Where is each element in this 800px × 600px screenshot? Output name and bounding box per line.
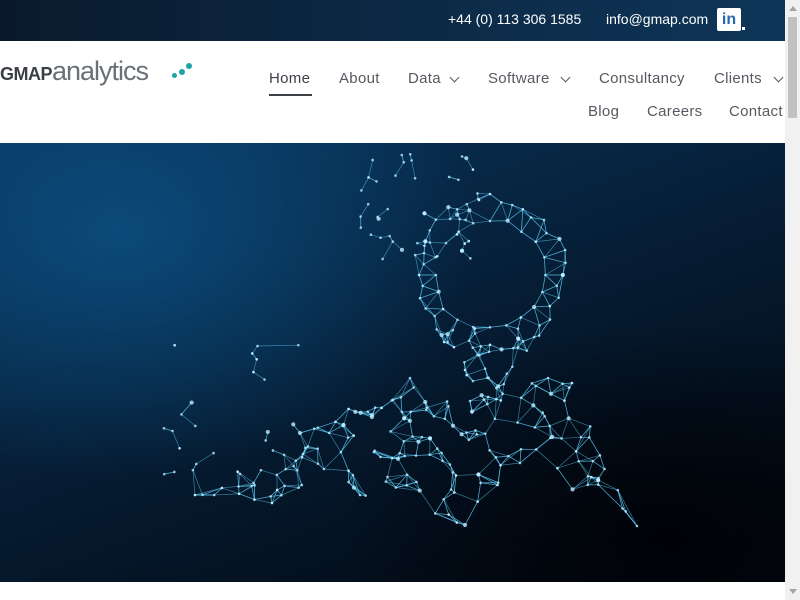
email-link[interactable]: info@gmap.com [606, 11, 708, 27]
phone-number[interactable]: +44 (0) 113 306 1585 [448, 11, 581, 27]
chevron-down-icon[interactable] [560, 72, 571, 83]
logo-text-gmap: GMAP [0, 64, 53, 84]
nav-data[interactable]: Data [408, 70, 441, 87]
scroll-up-arrow-icon[interactable] [789, 6, 797, 11]
top-contact-bar: +44 (0) 113 306 1585 info@gmap.com in [0, 0, 785, 41]
linkedin-icon[interactable]: in [717, 8, 741, 31]
nav-clients[interactable]: Clients [714, 70, 762, 87]
nav-home[interactable]: Home [269, 70, 310, 87]
nav-contact[interactable]: Contact [729, 103, 783, 120]
nav-consultancy[interactable]: Consultancy [599, 70, 685, 87]
chevron-down-icon[interactable] [449, 72, 460, 83]
site-header: GMAP analytics Home About Data Software … [0, 41, 785, 143]
nav-home-underline [269, 94, 312, 96]
nav-careers[interactable]: Careers [647, 103, 702, 120]
hero-banner [0, 143, 785, 582]
logo-text-analytics: analytics [52, 56, 149, 86]
linkedin-icon-dot [742, 27, 745, 30]
nav-about[interactable]: About [339, 70, 380, 87]
chevron-down-icon[interactable] [773, 72, 784, 83]
logo-dots-icon [172, 62, 194, 80]
logo[interactable]: GMAP analytics [0, 56, 149, 86]
nav-blog[interactable]: Blog [588, 103, 619, 120]
scrollbar-thumb[interactable] [788, 17, 797, 118]
scroll-down-arrow-icon[interactable] [789, 589, 797, 594]
map-pin-network-illustration [162, 152, 639, 528]
nav-software[interactable]: Software [488, 70, 550, 87]
